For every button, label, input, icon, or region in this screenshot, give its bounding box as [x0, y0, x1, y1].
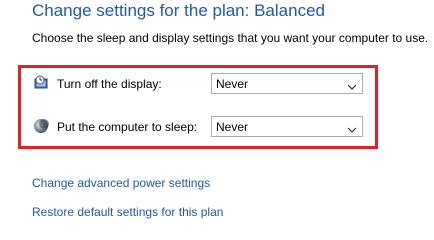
sleep-timeout-value: Never	[216, 120, 249, 134]
page-title: Change settings for the plan: Balanced	[32, 1, 325, 20]
page-subtitle: Choose the sleep and display settings th…	[32, 31, 429, 45]
display-timeout-select[interactable]: Never	[211, 73, 363, 94]
display-timeout-value: Never	[216, 77, 249, 91]
chevron-down-icon	[347, 80, 357, 90]
moon-icon	[33, 118, 49, 134]
power-plan-settings-page: Change settings for the plan: Balanced C…	[0, 0, 434, 227]
restore-defaults-link[interactable]: Restore default settings for this plan	[32, 205, 223, 219]
monitor-clock-icon	[33, 75, 49, 91]
sleep-setting-label: Put the computer to sleep:	[57, 120, 198, 134]
chevron-down-icon	[347, 123, 357, 133]
display-setting-label: Turn off the display:	[57, 77, 162, 91]
sleep-timeout-select[interactable]: Never	[211, 116, 363, 137]
advanced-power-settings-link[interactable]: Change advanced power settings	[32, 176, 210, 190]
